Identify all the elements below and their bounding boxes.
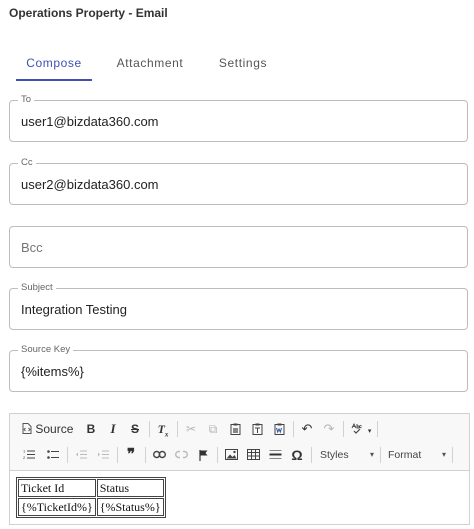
source-key-field: Source Key bbox=[9, 344, 468, 392]
italic-button[interactable]: I bbox=[102, 418, 124, 440]
link-button[interactable] bbox=[148, 444, 170, 466]
toolbar-separator bbox=[145, 447, 146, 463]
source-key-input[interactable] bbox=[21, 351, 457, 391]
italic-icon: I bbox=[110, 421, 116, 436]
redo-icon: ↷ bbox=[323, 421, 335, 436]
paste-icon bbox=[230, 423, 240, 435]
editor-toolbar: Source B I S Tx ✂ ⧉ ↶ ↷ ▾ 1 2 ❞ Ω Styles… bbox=[10, 414, 469, 471]
table-header-cell[interactable]: Status bbox=[96, 479, 164, 497]
tab-settings[interactable]: Settings bbox=[210, 52, 276, 78]
source-button[interactable]: Source bbox=[16, 418, 76, 440]
toolbar-separator bbox=[380, 447, 381, 463]
paste-word-icon bbox=[274, 423, 284, 435]
table-cell[interactable]: {%TicketId%} bbox=[18, 498, 96, 516]
cut-button[interactable]: ✂ bbox=[180, 418, 202, 440]
special-char-icon: Ω bbox=[291, 447, 303, 463]
toolbar-separator bbox=[217, 447, 218, 463]
numbered-list-button[interactable]: 12 bbox=[18, 444, 40, 466]
outdent-icon bbox=[76, 450, 87, 459]
spellcheck-icon bbox=[351, 422, 362, 434]
ticket-table[interactable]: Ticket Id Status {%TicketId%} {%Status%} bbox=[16, 477, 166, 518]
numbered-list-icon: 12 bbox=[23, 449, 35, 460]
svg-text:2: 2 bbox=[23, 455, 26, 460]
link-icon bbox=[152, 450, 166, 459]
bold-icon: B bbox=[86, 422, 96, 436]
paste-text-icon bbox=[252, 423, 262, 435]
paste-button[interactable] bbox=[224, 418, 246, 440]
source-icon bbox=[22, 423, 32, 434]
bcc-input[interactable] bbox=[21, 227, 457, 267]
copy-icon: ⧉ bbox=[208, 422, 218, 436]
styles-label: Styles bbox=[320, 449, 349, 461]
svg-text:1: 1 bbox=[23, 449, 26, 454]
undo-icon: ↶ bbox=[301, 421, 313, 436]
blockquote-icon: ❞ bbox=[126, 447, 136, 463]
toolbar-separator bbox=[67, 447, 68, 463]
bulleted-list-icon bbox=[47, 450, 59, 459]
paste-text-button[interactable] bbox=[246, 418, 268, 440]
undo-button[interactable]: ↶ bbox=[296, 418, 318, 440]
spellcheck-dropdown-arrow-icon: ▾ bbox=[367, 428, 372, 435]
editor-content[interactable]: Ticket Id Status {%TicketId%} {%Status%} bbox=[16, 477, 166, 518]
outdent-button[interactable] bbox=[70, 444, 92, 466]
toolbar-separator bbox=[343, 421, 344, 437]
toolbar-separator bbox=[149, 421, 150, 437]
unlink-icon bbox=[174, 450, 188, 459]
source-label: Source bbox=[35, 422, 74, 436]
toolbar-separator bbox=[177, 421, 178, 437]
table-icon bbox=[246, 449, 260, 460]
bcc-field bbox=[9, 226, 468, 268]
tab-bar: Compose Attachment Settings bbox=[0, 52, 474, 82]
special-char-button[interactable]: Ω bbox=[286, 444, 308, 466]
rich-text-editor: Source B I S Tx ✂ ⧉ ↶ ↷ ▾ 1 2 ❞ Ω Styles… bbox=[9, 413, 470, 525]
indent-button[interactable] bbox=[92, 444, 114, 466]
redo-button[interactable]: ↷ bbox=[318, 418, 340, 440]
format-label: Format bbox=[388, 449, 422, 461]
subject-input[interactable] bbox=[21, 289, 457, 329]
blockquote-button[interactable]: ❞ bbox=[120, 444, 142, 466]
strikethrough-button[interactable]: S bbox=[124, 418, 146, 440]
horizontal-line-button[interactable] bbox=[264, 444, 286, 466]
horizontal-line-icon bbox=[269, 450, 281, 459]
anchor-icon bbox=[198, 450, 207, 461]
spellcheck-button[interactable]: ▾ bbox=[348, 418, 374, 440]
to-field: To bbox=[9, 94, 468, 142]
image-icon bbox=[224, 449, 238, 460]
table-row: {%TicketId%} {%Status%} bbox=[18, 498, 164, 516]
table-cell[interactable]: {%Status%} bbox=[96, 498, 164, 516]
toolbar-separator bbox=[117, 447, 118, 463]
copy-button[interactable]: ⧉ bbox=[202, 418, 224, 440]
format-dropdown[interactable]: Format ▾ bbox=[384, 445, 450, 465]
toolbar-separator bbox=[452, 447, 453, 463]
format-dropdown-arrow-icon: ▾ bbox=[441, 450, 446, 459]
remove-format-icon: Tx bbox=[157, 422, 169, 439]
image-button[interactable] bbox=[220, 444, 242, 466]
bulleted-list-button[interactable] bbox=[42, 444, 64, 466]
subject-field: Subject bbox=[9, 282, 468, 330]
table-button[interactable] bbox=[242, 444, 264, 466]
to-input[interactable] bbox=[21, 101, 457, 141]
strikethrough-icon: S bbox=[130, 422, 139, 436]
paste-word-button[interactable] bbox=[268, 418, 290, 440]
active-tab-indicator bbox=[16, 79, 92, 81]
page-title: Operations Property - Email bbox=[9, 6, 168, 20]
bold-button[interactable]: B bbox=[80, 418, 102, 440]
styles-dropdown-arrow-icon: ▾ bbox=[369, 450, 374, 459]
tab-attachment[interactable]: Attachment bbox=[110, 52, 190, 78]
toolbar-separator bbox=[377, 421, 378, 437]
anchor-button[interactable] bbox=[192, 444, 214, 466]
toolbar-separator bbox=[311, 447, 312, 463]
indent-icon bbox=[98, 450, 109, 459]
cc-input[interactable] bbox=[21, 164, 457, 204]
cut-icon: ✂ bbox=[185, 422, 197, 436]
table-header-cell[interactable]: Ticket Id bbox=[18, 479, 96, 497]
table-header-row: Ticket Id Status bbox=[18, 479, 164, 497]
cc-field: Cc bbox=[9, 157, 468, 205]
remove-format-button[interactable]: Tx bbox=[152, 418, 174, 440]
toolbar-separator bbox=[293, 421, 294, 437]
unlink-button[interactable] bbox=[170, 444, 192, 466]
styles-dropdown[interactable]: Styles ▾ bbox=[316, 445, 378, 465]
tab-compose[interactable]: Compose bbox=[16, 52, 92, 78]
